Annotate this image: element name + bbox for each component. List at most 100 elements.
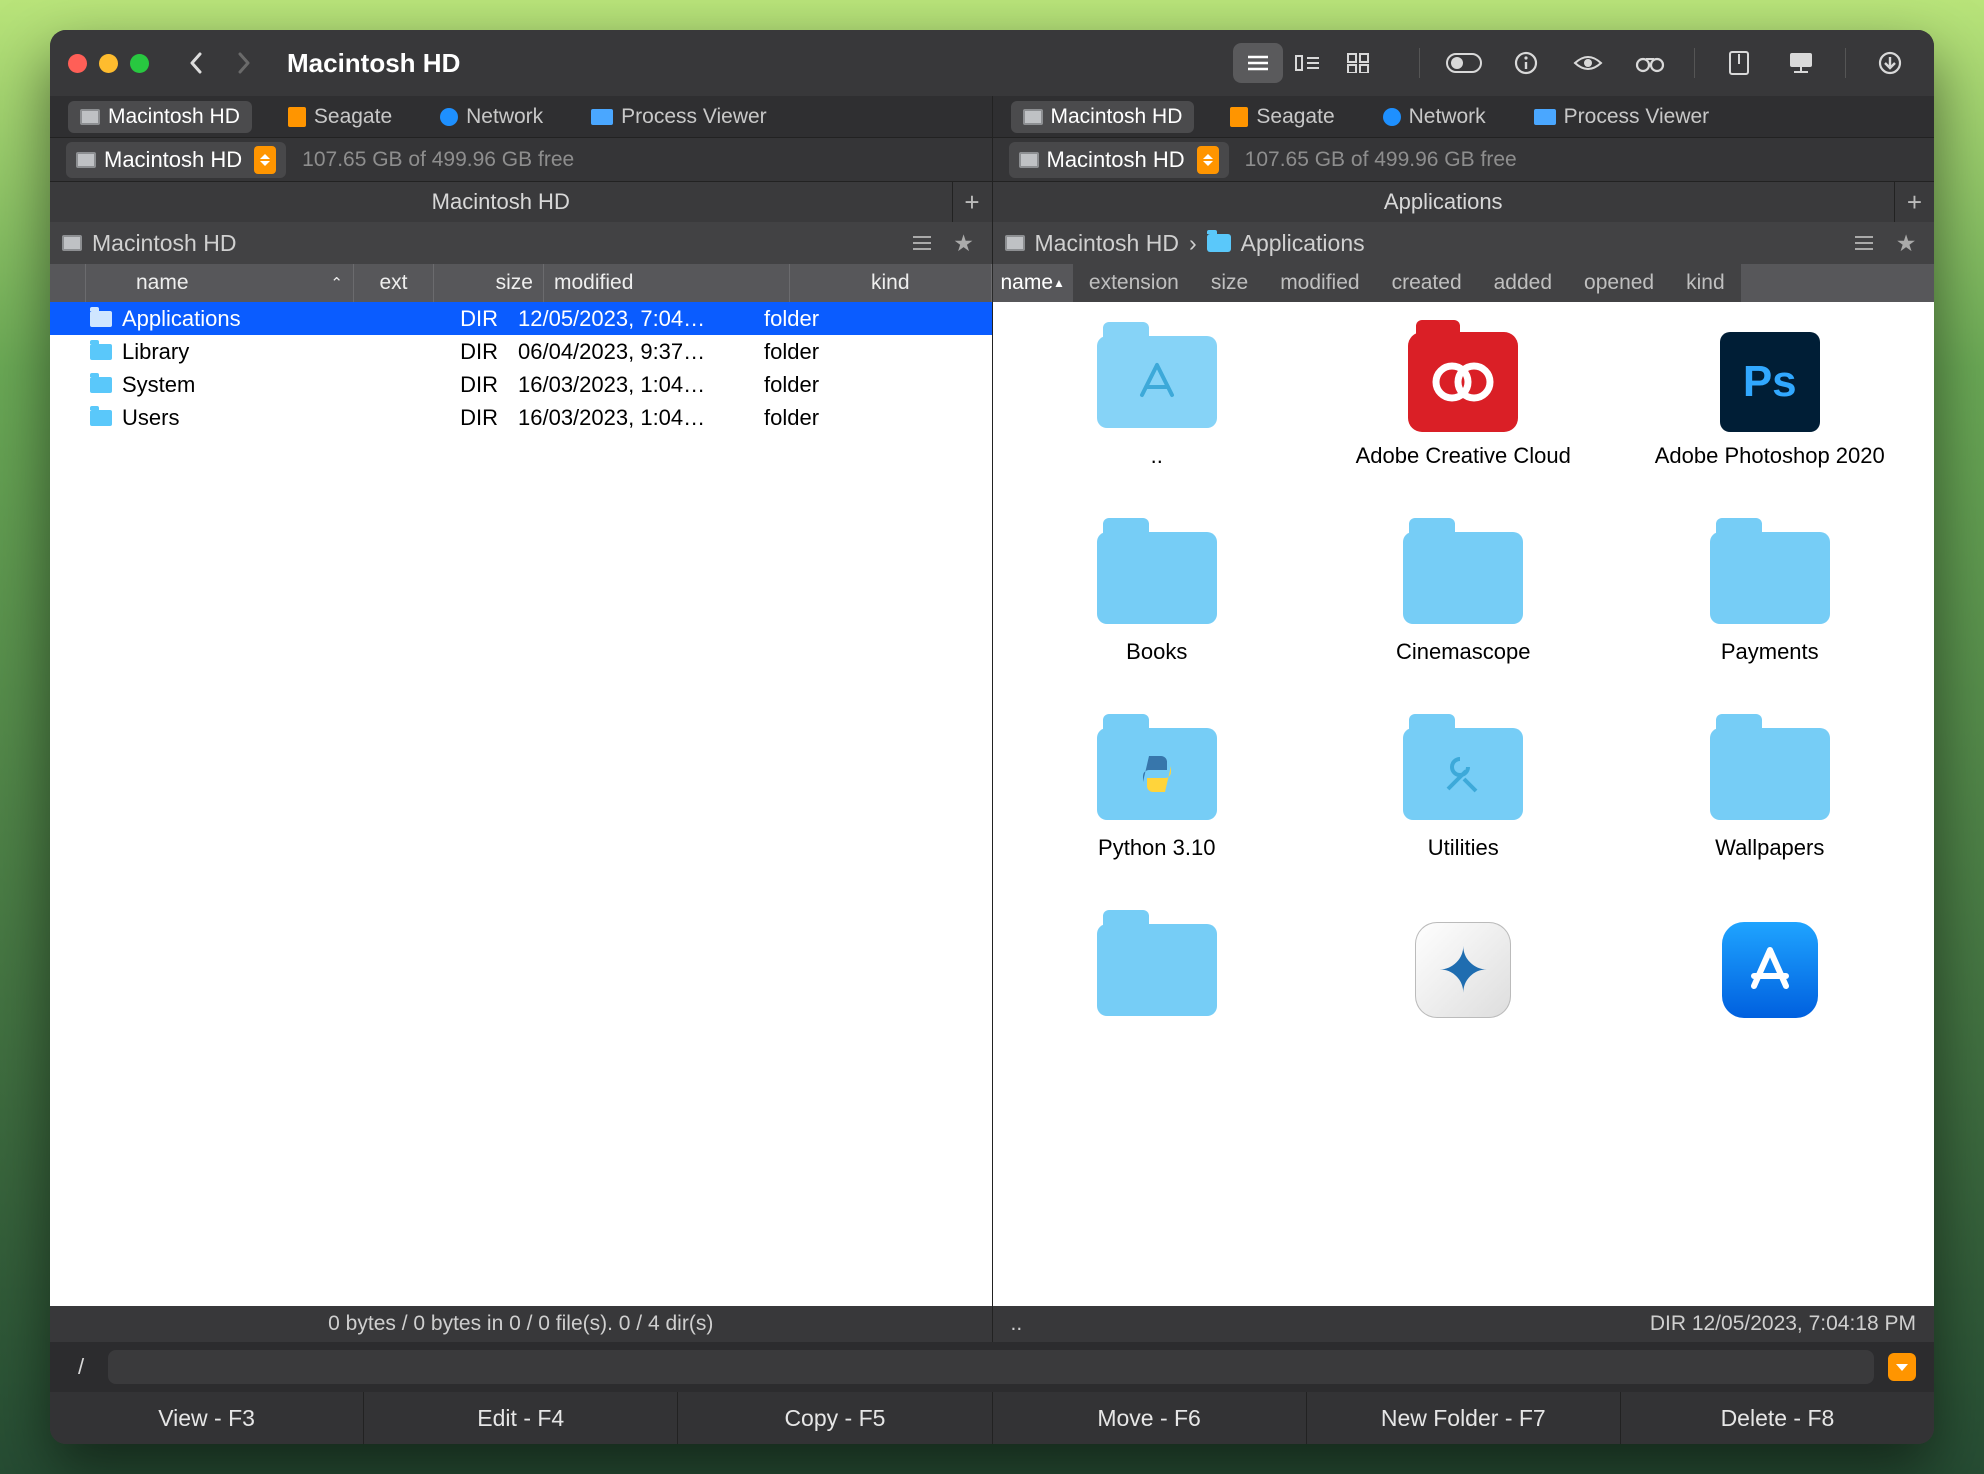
nav-back-button[interactable] (177, 44, 215, 82)
grid-item[interactable]: Cinemascope (1333, 528, 1593, 694)
col-created[interactable]: created (1376, 264, 1478, 302)
file-row[interactable]: SystemDIR16/03/2023, 1:04…folder (50, 368, 992, 401)
tab-label: Seagate (314, 105, 392, 129)
device-tab[interactable]: Seagate (276, 101, 404, 133)
folder-icon (1097, 728, 1217, 820)
list-options-icon[interactable] (1848, 227, 1880, 259)
command-history-dropdown[interactable] (1888, 1353, 1916, 1381)
creative-cloud-icon (1408, 332, 1518, 432)
app-window: Macintosh HD (50, 30, 1934, 1444)
grid-item[interactable]: Payments (1640, 528, 1900, 694)
volume-selector-right[interactable]: Macintosh HD (1009, 142, 1229, 178)
disk-icon (1005, 235, 1025, 251)
device-tab[interactable]: Network (1371, 101, 1498, 133)
pane-title-right: Applications (993, 189, 1895, 215)
fn-button[interactable]: Edit - F4 (364, 1392, 678, 1444)
file-name: System (122, 372, 195, 398)
grid-item-label: Python 3.10 (1098, 834, 1215, 890)
col-modified[interactable]: modified (1264, 264, 1375, 302)
left-file-list[interactable]: ApplicationsDIR12/05/2023, 7:04…folderLi… (50, 302, 993, 1306)
grid-item[interactable]: Utilities (1333, 724, 1593, 890)
list-options-icon[interactable] (906, 227, 938, 259)
breadcrumb-bar: Macintosh HD★ Macintosh HD›Applications★ (50, 222, 1934, 264)
grid-item[interactable]: Wallpapers (1640, 724, 1900, 890)
grid-item[interactable]: Books (1027, 528, 1287, 694)
view-icons-button[interactable] (1333, 43, 1383, 83)
favorite-star-icon[interactable]: ★ (1890, 227, 1922, 259)
folder-icon (1207, 234, 1231, 252)
col-added[interactable]: added (1478, 264, 1568, 302)
binoculars-icon[interactable] (1624, 43, 1676, 83)
device-tab[interactable]: Seagate (1218, 101, 1346, 133)
file-row[interactable]: UsersDIR16/03/2023, 1:04…folder (50, 401, 992, 434)
fn-button[interactable]: Copy - F5 (678, 1392, 992, 1444)
favorite-star-icon[interactable]: ★ (948, 227, 980, 259)
external-disk-icon (1230, 107, 1248, 127)
file-row[interactable]: LibraryDIR06/04/2023, 9:37…folder (50, 335, 992, 368)
tab-label: Seagate (1256, 105, 1334, 129)
tab-label: Network (1409, 105, 1486, 129)
preview-eye-icon[interactable] (1562, 43, 1614, 83)
col-ext[interactable]: ext (354, 264, 434, 302)
info-icon[interactable] (1500, 43, 1552, 83)
view-columns-button[interactable] (1283, 43, 1333, 83)
process-icon (591, 109, 613, 125)
pane-title-bar: Macintosh HD + Applications + (50, 182, 1934, 222)
globe-icon (1383, 108, 1401, 126)
view-list-button[interactable] (1233, 43, 1283, 83)
add-tab-button[interactable]: + (952, 182, 992, 222)
device-tab[interactable]: Macintosh HD (1011, 101, 1195, 133)
nav-forward-button[interactable] (225, 44, 263, 82)
device-tab[interactable]: Macintosh HD (68, 101, 252, 133)
volume-bar: Macintosh HD 107.65 GB of 499.96 GB free… (50, 138, 1934, 182)
device-tab[interactable]: Process Viewer (579, 101, 779, 133)
titlebar: Macintosh HD (50, 30, 1934, 96)
col-name[interactable]: name⌃ (86, 264, 354, 302)
grid-item-label: Adobe Creative Cloud (1356, 442, 1571, 498)
breadcrumb-item[interactable]: Macintosh HD (1035, 230, 1179, 257)
col-name[interactable]: name ▲ (993, 264, 1073, 302)
minimize-window-button[interactable] (99, 54, 118, 73)
device-tab[interactable]: Process Viewer (1522, 101, 1722, 133)
volume-name: Macintosh HD (104, 147, 242, 173)
network-drive-icon[interactable] (1775, 43, 1827, 83)
grid-item[interactable] (1027, 920, 1287, 1086)
folder-icon (1710, 728, 1830, 820)
globe-icon (440, 108, 458, 126)
grid-item[interactable]: PsAdobe Photoshop 2020 (1640, 332, 1900, 498)
grid-item[interactable] (1640, 920, 1900, 1086)
add-tab-button[interactable]: + (1894, 182, 1934, 222)
grid-item[interactable] (1333, 920, 1593, 1086)
col-kind[interactable]: kind (1670, 264, 1741, 302)
right-icon-grid[interactable]: .. Adobe Creative Cloud PsAdobe Photoshop … (993, 302, 1935, 1306)
archive-icon[interactable] (1713, 43, 1765, 83)
col-modified[interactable]: modified (544, 264, 790, 302)
volume-selector-left[interactable]: Macintosh HD (66, 142, 286, 178)
function-key-bar: View - F3Edit - F4Copy - F5Move - F6New … (50, 1392, 1934, 1444)
breadcrumb-item[interactable]: Applications (1241, 230, 1365, 257)
col-size[interactable]: size (1195, 264, 1264, 302)
grid-item[interactable]: Python 3.10 (1027, 724, 1287, 890)
zoom-window-button[interactable] (130, 54, 149, 73)
fn-button[interactable]: Move - F6 (993, 1392, 1307, 1444)
col-extension[interactable]: extension (1073, 264, 1195, 302)
fn-button[interactable]: View - F3 (50, 1392, 364, 1444)
grid-item[interactable]: .. (1027, 332, 1287, 498)
toggle-switch-icon[interactable] (1438, 43, 1490, 83)
col-size[interactable]: size (434, 264, 544, 302)
fn-button[interactable]: Delete - F8 (1621, 1392, 1934, 1444)
file-row[interactable]: ApplicationsDIR12/05/2023, 7:04…folder (50, 302, 992, 335)
device-tab[interactable]: Network (428, 101, 555, 133)
grid-item[interactable]: Adobe Creative Cloud (1333, 332, 1593, 498)
col-kind[interactable]: kind (790, 264, 992, 302)
close-window-button[interactable] (68, 54, 87, 73)
device-tabs: Macintosh HD Seagate Network Process Viewer… (50, 96, 1934, 138)
fn-button[interactable]: New Folder - F7 (1307, 1392, 1621, 1444)
breadcrumb-item[interactable]: Macintosh HD (92, 230, 236, 257)
download-icon[interactable] (1864, 43, 1916, 83)
pane-title-left: Macintosh HD (50, 189, 952, 215)
folder-icon (1710, 532, 1830, 624)
tab-label: Macintosh HD (1051, 105, 1183, 129)
col-opened[interactable]: opened (1568, 264, 1670, 302)
command-input[interactable] (108, 1350, 1874, 1384)
